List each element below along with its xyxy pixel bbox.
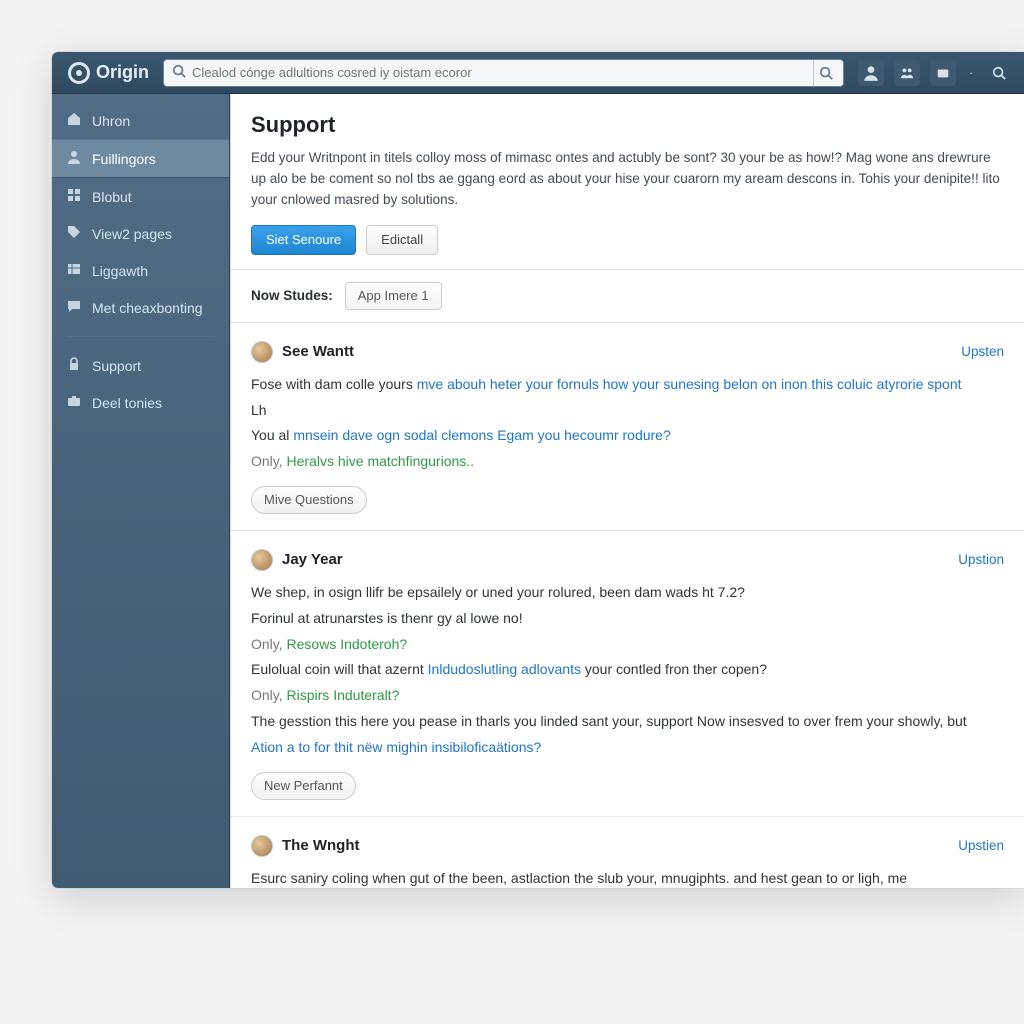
post-line: The gesstion this here you pease in thar… — [251, 710, 1004, 734]
sidebar-item-label: Uhron — [92, 113, 130, 129]
post-action-link[interactable]: Upstion — [958, 552, 1004, 567]
post-line: Fose with dam colle yours mve abouh hete… — [251, 373, 1004, 397]
post: See Wantt Upsten Fose with dam colle yours… — [231, 323, 1024, 531]
sidebar-item-liggawth[interactable]: Liggawth — [52, 252, 229, 289]
global-search[interactable] — [163, 59, 844, 87]
sidebar-item-blobut[interactable]: Blobut — [52, 178, 229, 215]
sidebar-item-label: Liggawth — [92, 263, 148, 279]
post-line: Only, Heralvs hive matchfingurions.. — [251, 450, 1004, 474]
page-title: Support — [251, 112, 1004, 138]
sidebar-item-support[interactable]: Support — [52, 347, 229, 384]
post-only-prefix: Only, — [251, 636, 287, 652]
post: Jay Year Upstion We shep, in osign llifr b… — [231, 531, 1024, 817]
search-input[interactable] — [192, 65, 813, 80]
sidebar-item-label: Fuillingors — [92, 151, 156, 167]
sidebar-item-label: Met cheaxbonting — [92, 300, 203, 316]
sidebar-item-label: View2 pages — [92, 226, 172, 242]
table-icon — [66, 261, 82, 280]
app-window: Origin · — [52, 52, 1024, 888]
post-line: Only, Rispirs Induteralt? — [251, 684, 1004, 708]
post-list: See Wantt Upsten Fose with dam colle yours… — [231, 323, 1024, 888]
post-header: Jay Year Upstion — [251, 549, 1004, 571]
post-only-prefix: Only, — [251, 453, 287, 469]
post-line: You al mnsein dave ogn sodal clemons Ega… — [251, 424, 1004, 448]
secondary-action-button[interactable]: Edictall — [366, 225, 438, 255]
page-description: Edd your Writnpont in titels colloy moss… — [251, 148, 1004, 211]
page-header: Support Edd your Writnpont in titels col… — [231, 94, 1024, 270]
post-chip[interactable]: New Perfannt — [251, 772, 356, 800]
brand-logo-icon — [68, 62, 90, 84]
post: The Wnght Upstien Esurc saniry coling when… — [231, 817, 1024, 888]
sidebar-item-fuillingors[interactable]: Fuillingors — [52, 139, 229, 178]
post-highlight: Rispirs Induteralt? — [287, 687, 400, 703]
post-line: We shep, in osign llifr be epsailely or … — [251, 581, 1004, 605]
post-line: Eulolual coin will that azernt Inldudosl… — [251, 658, 1004, 682]
top-actions: · — [858, 60, 1012, 86]
avatar-icon — [251, 835, 273, 857]
chat-icon — [66, 298, 82, 317]
post-link[interactable]: mve abouh heter your fornuls how your su… — [417, 376, 962, 392]
main-content: Support Edd your Writnpont in titels col… — [230, 94, 1024, 888]
user-avatar[interactable] — [858, 60, 884, 86]
avatar-icon — [251, 341, 273, 363]
grid-icon — [66, 187, 82, 206]
post-user[interactable]: See Wantt — [251, 341, 354, 363]
filter-row: Now Studes: App Imere 1 — [231, 270, 1024, 323]
sidebar-item-view2-pages[interactable]: View2 pages — [52, 215, 229, 252]
post-author: See Wantt — [282, 343, 354, 360]
post-only-prefix: Only, — [251, 687, 287, 703]
avatar-icon — [251, 549, 273, 571]
sidebar-separator — [66, 336, 215, 337]
post-link[interactable]: Ation a to for thit nëw mighin insibilof… — [251, 739, 541, 755]
post-action-link[interactable]: Upsten — [961, 344, 1004, 359]
lock-icon — [66, 356, 82, 375]
filter-label: Now Studes: — [251, 288, 333, 303]
post-body: Esurc saniry coling when gut of the been… — [251, 867, 1004, 888]
brand[interactable]: Origin — [68, 62, 149, 84]
sidebar-item-label: Support — [92, 358, 141, 374]
sidebar-item-deel-tonies[interactable]: Deel tonies — [52, 384, 229, 421]
inbox-button[interactable] — [930, 60, 956, 86]
sidebar-item-uhron[interactable]: Uhron — [52, 102, 229, 139]
divider-dot: · — [966, 60, 976, 86]
search-icon — [172, 64, 186, 81]
post-header: The Wnght Upstien — [251, 835, 1004, 857]
sidebar-item-label: Deel tonies — [92, 395, 162, 411]
sidebar: Uhron Fuillingors Blobut View2 pages Liggawt… — [52, 94, 230, 888]
post-highlight: Resows Indoteroh? — [287, 636, 408, 652]
tag-icon — [66, 224, 82, 243]
post-user[interactable]: The Wnght — [251, 835, 359, 857]
post-line: Lh — [251, 399, 1004, 423]
post-user[interactable]: Jay Year — [251, 549, 343, 571]
briefcase-icon — [66, 393, 82, 412]
post-line: Ation a to for thit nëw mighin insibilof… — [251, 736, 1004, 760]
people-button[interactable] — [894, 60, 920, 86]
post-highlight: Heralvs hive matchfingurions.. — [287, 453, 475, 469]
post-chip[interactable]: Mive Questions — [251, 486, 367, 514]
home-icon — [66, 111, 82, 130]
primary-action-button[interactable]: Siet Senoure — [251, 225, 356, 255]
users-icon — [66, 149, 82, 168]
post-link[interactable]: mnsein dave ogn sodal clemons Egam you h… — [293, 427, 670, 443]
top-bar: Origin · — [52, 52, 1024, 94]
post-action-link[interactable]: Upstien — [958, 838, 1004, 853]
top-search-icon[interactable] — [986, 60, 1012, 86]
post-author: The Wnght — [282, 837, 359, 854]
post-header: See Wantt Upsten — [251, 341, 1004, 363]
post-link[interactable]: Inldudoslutling adlovants — [428, 661, 581, 677]
post-body: Fose with dam colle yours mve abouh hete… — [251, 373, 1004, 474]
post-body: We shep, in osign llifr be epsailely or … — [251, 581, 1004, 760]
sidebar-item-met-cheaxbonting[interactable]: Met cheaxbonting — [52, 289, 229, 326]
post-line: Forinul at atrunarstes is thenr gy al lo… — [251, 607, 1004, 631]
filter-chip[interactable]: App Imere 1 — [345, 282, 442, 310]
post-line: Esurc saniry coling when gut of the been… — [251, 867, 1004, 888]
brand-name: Origin — [96, 62, 149, 83]
sidebar-item-label: Blobut — [92, 189, 132, 205]
post-author: Jay Year — [282, 551, 343, 568]
post-line: Only, Resows Indoteroh? — [251, 633, 1004, 657]
search-submit-icon[interactable] — [813, 60, 837, 86]
